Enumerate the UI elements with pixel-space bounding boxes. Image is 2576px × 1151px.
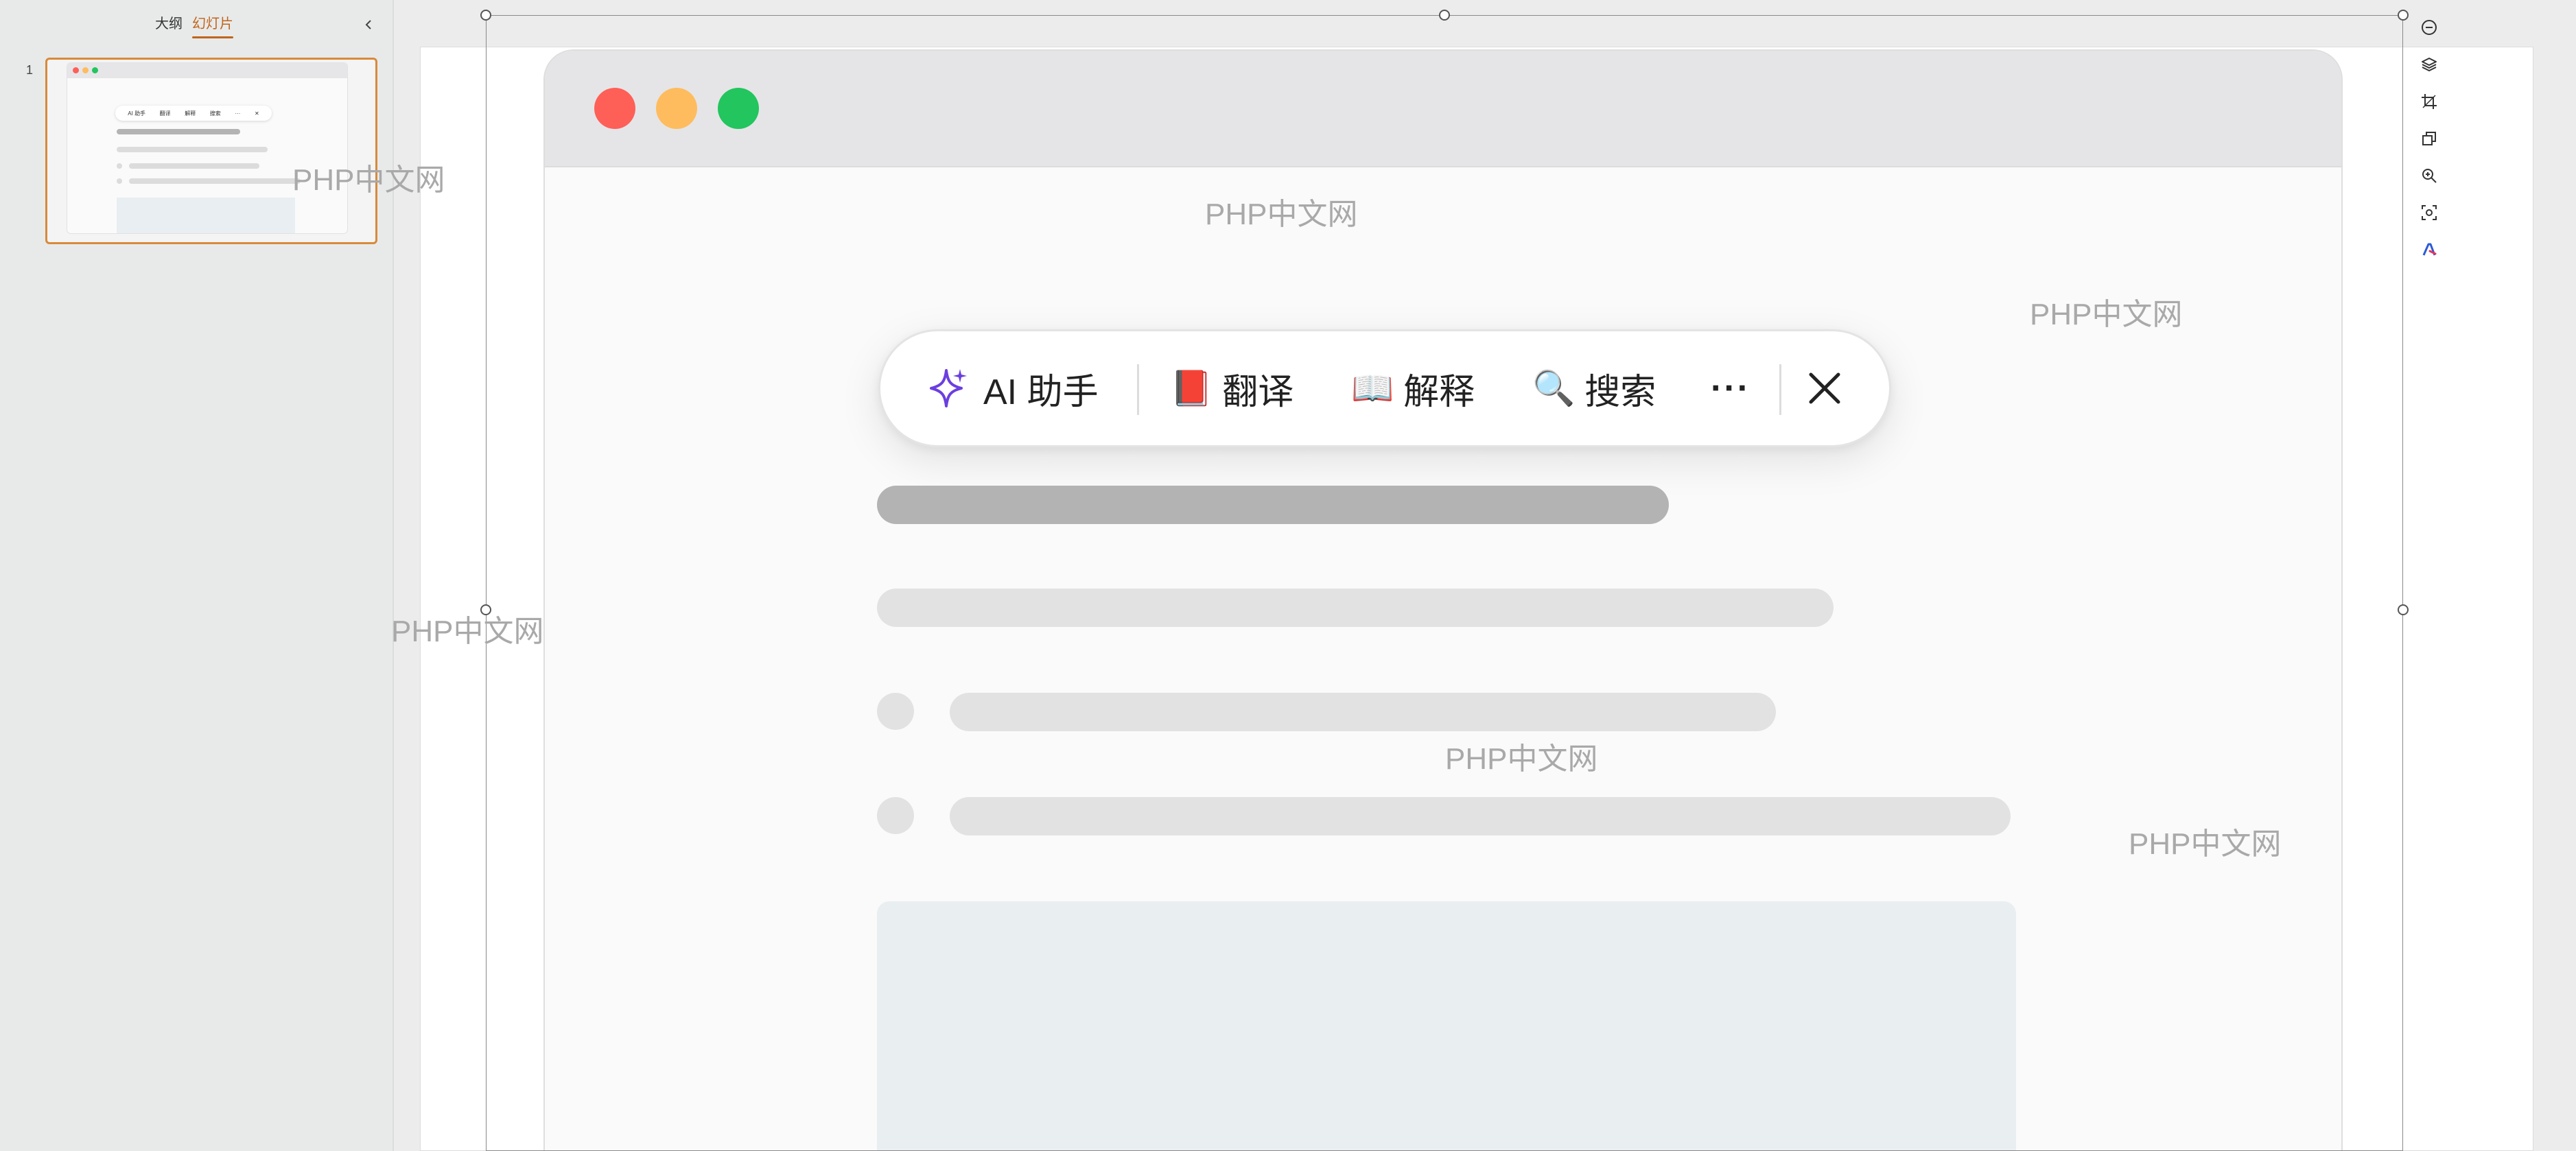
resize-handle-middle-right[interactable] [2398,604,2409,615]
presentation-editor: 大纲 幻灯片 1 AI 助手 翻译 解释 搜索 ··· ✕ AI 助手 📕 翻译… [0,0,2576,1151]
thumbnail-bullet [117,163,122,169]
thumbnail-toolbar-item: 翻译 [159,110,171,117]
crop-button[interactable] [2415,88,2443,115]
slide-thumbnail[interactable]: AI 助手 翻译 解释 搜索 ··· ✕ [45,58,377,244]
resize-handle-top-right[interactable] [2398,10,2409,21]
thumbnail-line [117,147,268,152]
resize-handle-top-center[interactable] [1439,10,1450,21]
watermark: PHP中文网 [391,615,544,648]
watermark: PHP中文网 [2030,298,2183,331]
resize-handle-top-left[interactable] [480,10,491,21]
scan-icon [2422,205,2437,220]
collapse-panel-button[interactable] [360,15,379,34]
thumbnail-toolbar-item: 解释 [185,110,196,117]
watermark: PHP中文网 [1445,742,1598,776]
ai-tool-button[interactable] [2415,236,2443,263]
collapse-tool-button[interactable] [2415,14,2443,41]
thumbnail-bullet [117,178,122,184]
tab-slides[interactable]: 幻灯片 [192,12,233,38]
slide-number: 1 [26,63,34,77]
duplicate-button[interactable] [2415,125,2443,152]
chevron-left-icon [365,20,371,29]
zoom-in-icon [2422,169,2437,183]
crop-icon [2422,94,2437,109]
minus-circle-icon [2422,20,2437,35]
thumbnail-toolbar-item: 搜索 [209,110,221,117]
thumbnail-title-line [117,129,240,134]
thumbnail-line [129,163,259,169]
ai-logo-icon [2422,243,2437,256]
thumbnail-toolbar-item: AI 助手 [128,110,146,117]
thumbnail-block [117,198,295,233]
watermark: PHP中文网 [292,163,445,197]
thumbnail-toolbar-item: ✕ [254,110,259,117]
panel-tabs: 大纲 幻灯片 [0,12,394,40]
thumbnail-yellow-dot [82,67,89,73]
layers-icon [2422,58,2437,71]
thumbnail-line [129,178,301,184]
thumbnail-window: AI 助手 翻译 解释 搜索 ··· ✕ [67,62,348,234]
object-tool-strip [2415,14,2446,273]
thumbnail-red-dot [73,67,79,73]
layers-button[interactable] [2415,51,2443,78]
thumbnail-green-dot [92,67,98,73]
watermark: PHP中文网 [1205,198,1358,231]
scan-button[interactable] [2415,199,2443,226]
duplicate-icon [2422,132,2436,145]
tab-outline[interactable]: 大纲 [155,12,183,36]
zoom-in-button[interactable] [2415,162,2443,189]
watermark: PHP中文网 [2129,827,2282,861]
thumbnail-ai-toolbar: AI 助手 翻译 解释 搜索 ··· ✕ [115,106,272,121]
thumbnail-titlebar [67,63,347,78]
thumbnail-toolbar-item: ··· [235,110,241,117]
selection-box [486,15,2403,1151]
